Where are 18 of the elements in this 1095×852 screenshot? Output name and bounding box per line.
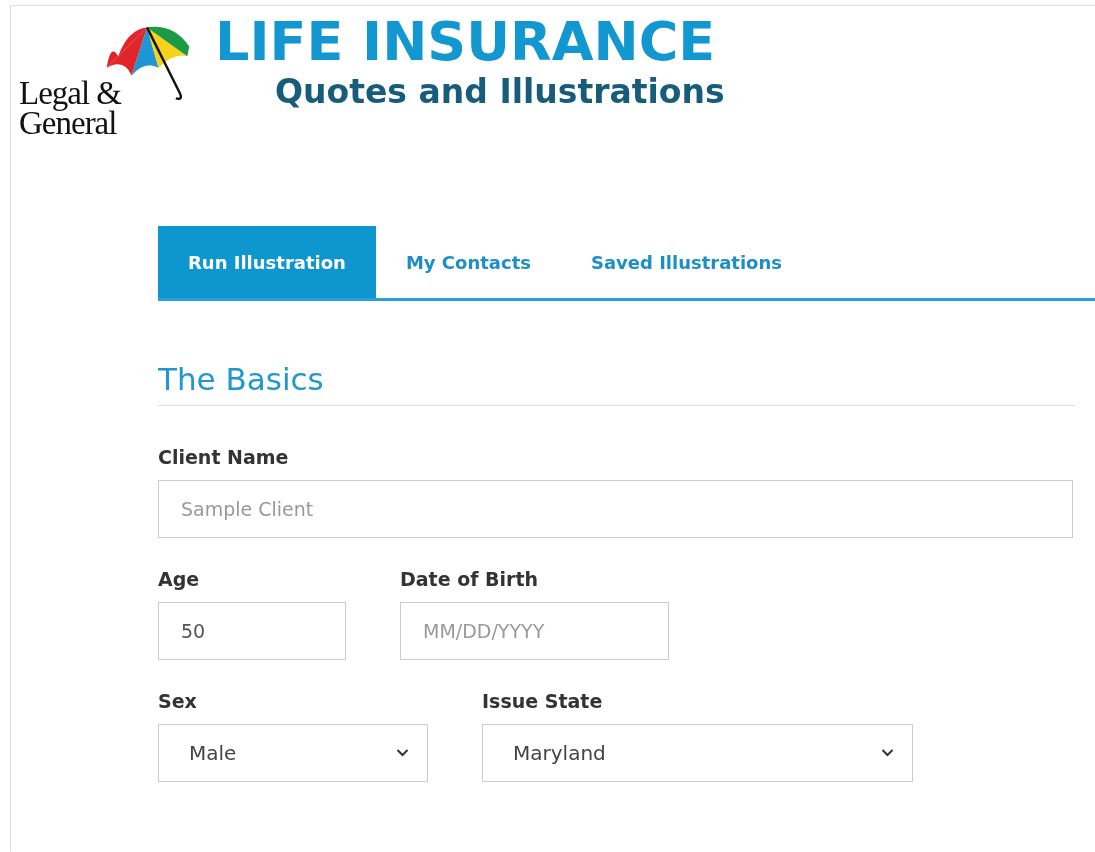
input-field[interactable]: 50	[158, 602, 346, 660]
dropdown[interactable]: Male	[158, 724, 428, 782]
input-field[interactable]: MM/DD/YYYY	[400, 602, 669, 660]
chevron-down-icon	[881, 749, 894, 757]
field-label: Issue State	[482, 690, 603, 712]
page-title: LIFE INSURANCE	[215, 12, 717, 72]
page-subtitle: Quotes and Illustrations	[275, 72, 725, 112]
field-label: Sex	[158, 690, 197, 712]
field-label: Age	[158, 568, 200, 590]
chevron-down-icon	[396, 749, 409, 757]
field-label: Client Name	[158, 446, 289, 468]
tab[interactable]: My Contacts	[375, 226, 561, 298]
dropdown[interactable]: Maryland	[482, 724, 913, 782]
input-field[interactable]: Sample Client	[158, 480, 1073, 538]
field-label: Date of Birth	[400, 568, 539, 590]
logo-wordmark: Legal & General	[19, 78, 122, 138]
section-heading: The Basics	[158, 361, 1075, 406]
tab[interactable]: Saved Illustrations	[560, 226, 813, 298]
